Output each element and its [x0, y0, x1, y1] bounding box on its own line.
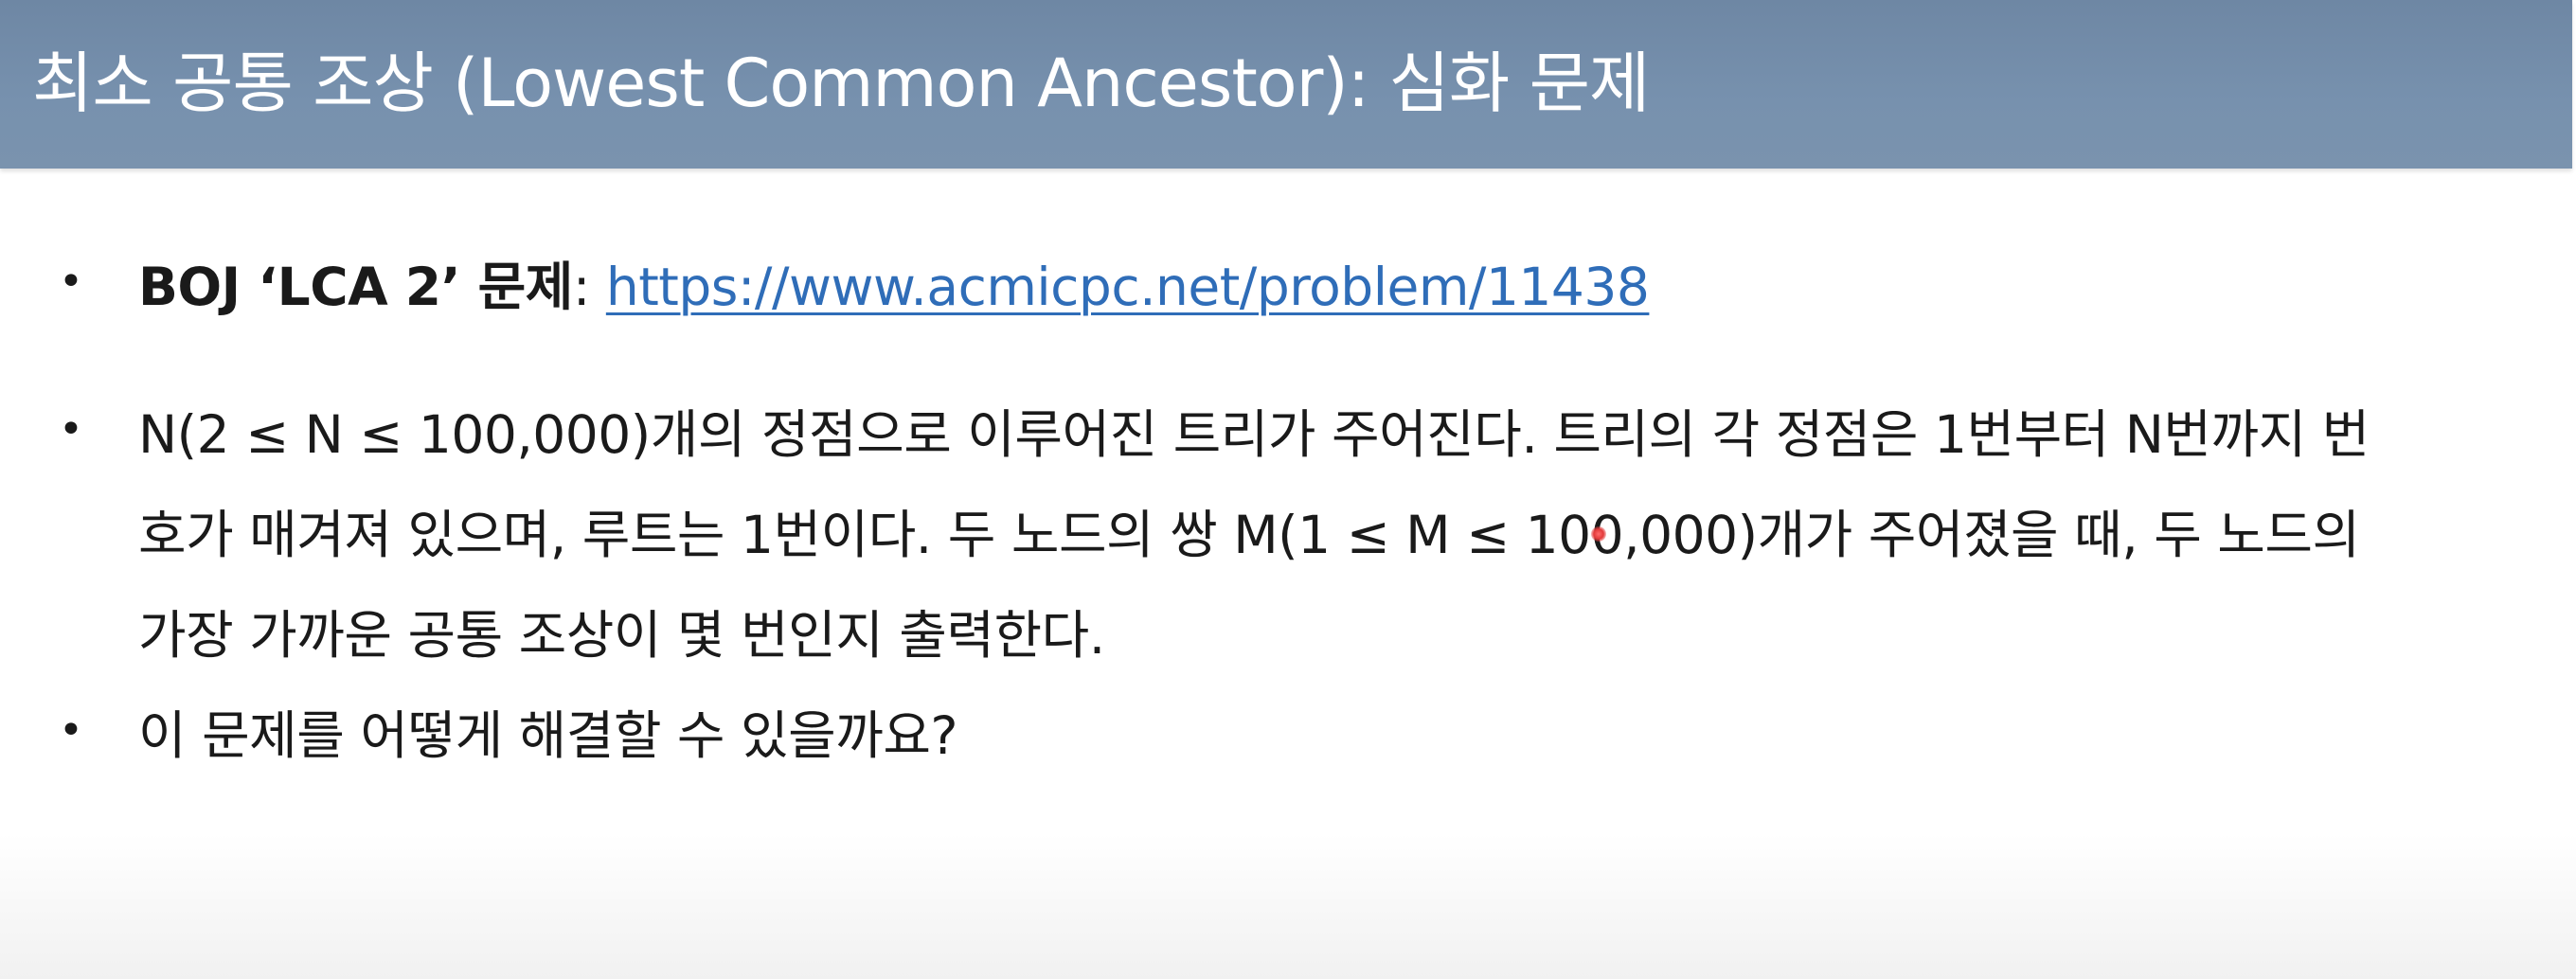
label-separator: :	[572, 257, 606, 317]
slide: 최소 공통 조상 (Lowest Common Ancestor): 심화 문제…	[0, 0, 2576, 979]
bullet-marker: •	[59, 405, 83, 454]
problem-label: BOJ ‘LCA 2’ 문제	[138, 257, 573, 317]
laser-pointer-icon	[1591, 526, 1606, 542]
title-bar: 최소 공통 조상 (Lowest Common Ancestor): 심화 문제	[0, 0, 2572, 169]
slide-title: 최소 공통 조상 (Lowest Common Ancestor): 심화 문제	[32, 44, 1650, 122]
question-text: 이 문제를 어떻게 해결할 수 있을까요?	[138, 705, 958, 766]
bullet-marker: •	[59, 258, 83, 306]
bullet-marker: •	[59, 706, 83, 755]
bullet-text: BOJ ‘LCA 2’ 문제: https://www.acmicpc.net/…	[138, 237, 2487, 337]
description-line-1: N(2 ≤ N ≤ 100,000)개의 정점으로 이루어진 트리가 주어진다.…	[138, 404, 2370, 465]
problem-description: N(2 ≤ N ≤ 100,000)개의 정점으로 이루어진 트리가 주어진다.…	[138, 384, 2487, 685]
description-line-3: 가장 가까운 공통 조상이 몇 번인지 출력한다.	[138, 605, 1105, 666]
problem-link[interactable]: https://www.acmicpc.net/problem/11438	[606, 257, 1650, 317]
description-line-2: 호가 매겨져 있으며, 루트는 1번이다. 두 노드의 쌍 M(1 ≤ M ≤ …	[138, 505, 2360, 565]
